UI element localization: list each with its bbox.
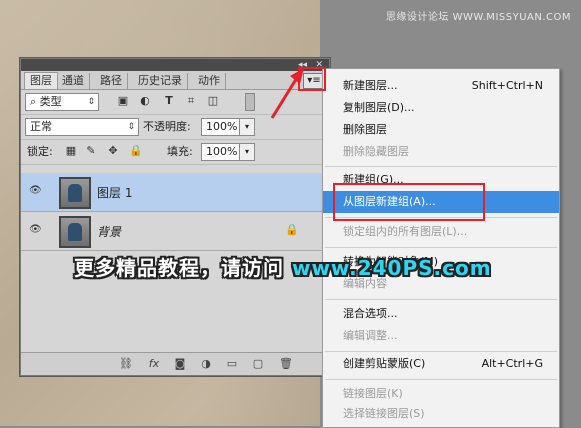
new-group-icon[interactable]: ▭: [225, 357, 239, 371]
menu-item-label: 选择链接图层(S): [343, 407, 425, 420]
promo-overlay-text: 更多精品教程，请访问 www.240PS.com: [74, 252, 492, 281]
annotation-arrow: [270, 68, 304, 119]
menu-item-label: 锁定组内的所有图层(L)...: [343, 225, 468, 238]
annotation-box-menu-item: [333, 183, 485, 221]
menu-separator: [325, 247, 557, 248]
layer-name: 背景: [97, 225, 122, 239]
tab-actions[interactable]: 动作: [193, 73, 226, 89]
layer-thumbnail: [59, 216, 91, 248]
menu-item-delete-hidden-layers[interactable]: 删除隐藏图层: [323, 141, 559, 163]
menu-item-label: 复制图层(D)...: [343, 101, 415, 114]
layer-thumbnail: [59, 177, 91, 209]
layer-mask-icon[interactable]: ◙: [173, 357, 187, 371]
watermark: 思缘设计论坛 WWW.MISSYUAN.COM: [385, 12, 571, 23]
promo-url: www.240PS.com: [291, 256, 492, 280]
stepper-icon: ⇕: [87, 97, 95, 107]
menu-item-label: 新建图层...: [343, 79, 398, 92]
shape-filter-icon[interactable]: ⌗: [185, 95, 197, 107]
tab-history[interactable]: 历史记录: [133, 73, 188, 89]
filter-kind-label: 类型: [39, 95, 62, 108]
tab-layers[interactable]: 图层: [24, 72, 58, 89]
layer-name: 图层 1: [97, 186, 133, 200]
menu-item-shortcut: Shift+Ctrl+N: [471, 79, 543, 92]
blend-mode-select[interactable]: 正常 ⇕: [25, 118, 139, 136]
layer-row-layer1[interactable]: 👁 图层 1: [21, 173, 329, 212]
image-filter-icon[interactable]: ▣: [117, 95, 129, 107]
lock-label: 锁定:: [27, 145, 53, 158]
opacity-dropdown-button[interactable]: ▾: [239, 118, 255, 136]
menu-item-create-clipping-mask[interactable]: 创建剪贴蒙版(C) Alt+Ctrl+G: [323, 353, 559, 375]
opacity-label: 不透明度:: [143, 120, 191, 133]
filter-toggle-switch[interactable]: [245, 93, 255, 111]
menu-item-new-layer[interactable]: 新建图层... Shift+Ctrl+N: [323, 75, 559, 97]
menu-item-select-linked-layers[interactable]: 选择链接图层(S): [323, 403, 559, 425]
new-layer-icon[interactable]: ▢: [251, 357, 265, 371]
fx-icon[interactable]: fx: [147, 357, 161, 371]
menu-item-label: 编辑调整...: [343, 329, 398, 342]
menu-item-duplicate-layer[interactable]: 复制图层(D)...: [323, 97, 559, 119]
lock-pixels-icon[interactable]: ✎: [85, 145, 97, 157]
fill-label: 填充:: [167, 145, 193, 158]
tab-channels[interactable]: 通道: [57, 73, 90, 89]
menu-item-shortcut: Alt+Ctrl+G: [481, 357, 543, 370]
search-icon: ⌕: [30, 95, 37, 108]
menu-item-blending-options[interactable]: 混合选项...: [323, 303, 559, 325]
link-layers-icon[interactable]: ⛓: [119, 357, 133, 371]
menu-separator: [325, 166, 557, 167]
type-filter-icon[interactable]: T: [163, 95, 175, 107]
promo-text: 更多精品教程，请访问: [74, 256, 284, 280]
fill-value: 100%: [206, 145, 238, 158]
menu-item-edit-adjustment[interactable]: 编辑调整...: [323, 325, 559, 347]
menu-separator: [325, 379, 557, 380]
blend-mode-value: 正常: [30, 120, 52, 133]
smart-object-filter-icon[interactable]: ◫: [207, 95, 219, 107]
adjustment-filter-icon[interactable]: ◐: [139, 95, 151, 107]
eye-icon[interactable]: 👁: [29, 224, 43, 236]
trash-icon[interactable]: 🗑: [279, 357, 293, 371]
lock-transparency-icon[interactable]: ▦: [65, 145, 77, 157]
menu-separator: [325, 351, 557, 352]
layer-row-background[interactable]: 👁 背景 🔒: [21, 212, 329, 251]
menu-item-label: 链接图层(K): [343, 387, 403, 400]
tab-paths[interactable]: 路径: [95, 73, 128, 89]
menu-item-label: 混合选项...: [343, 307, 398, 320]
panel-bottom-bar: ⛓ fx ◙ ◑ ▭ ▢ 🗑: [21, 352, 329, 375]
menu-item-label: 创建剪贴蒙版(C): [343, 357, 426, 370]
stepper-icon: ⇕: [127, 122, 135, 132]
menu-separator: [325, 299, 557, 300]
lock-icon: 🔒: [285, 223, 299, 236]
eye-icon[interactable]: 👁: [29, 185, 43, 197]
panel-context-menu: 新建图层... Shift+Ctrl+N 复制图层(D)... 删除图层 删除隐…: [322, 68, 560, 428]
menu-item-link-layers[interactable]: 链接图层(K): [323, 383, 559, 405]
menu-item-lock-all-in-group[interactable]: 锁定组内的所有图层(L)...: [323, 221, 559, 243]
fill-dropdown-button[interactable]: ▾: [239, 143, 255, 161]
opacity-value: 100%: [206, 120, 238, 133]
lock-row: 锁定: ▦ ✎ ✥ 🔒 填充: 100% ▾: [21, 140, 329, 165]
menu-item-delete-layer[interactable]: 删除图层: [323, 119, 559, 141]
filter-kind-select[interactable]: ⌕ 类型 ⇕: [25, 93, 99, 111]
adjustment-layer-icon[interactable]: ◑: [199, 357, 213, 371]
lock-position-icon[interactable]: ✥: [107, 145, 119, 157]
lock-all-icon[interactable]: 🔒: [129, 145, 143, 157]
menu-item-label: 删除隐藏图层: [343, 145, 409, 158]
menu-item-label: 删除图层: [343, 123, 387, 136]
